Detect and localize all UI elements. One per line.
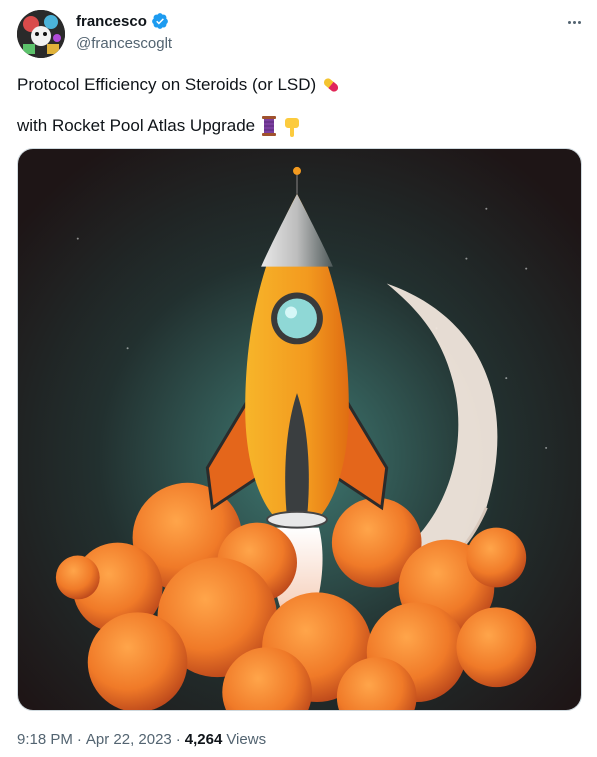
- tweet-media-image[interactable]: [17, 148, 582, 711]
- display-name[interactable]: francesco: [76, 13, 147, 30]
- tweet-text: with Rocket Pool Atlas Upgrade: [17, 116, 256, 135]
- author-handle[interactable]: @francescoglt: [76, 35, 172, 52]
- tweet-date[interactable]: Apr 22, 2023: [86, 731, 172, 748]
- thread-emoji: [259, 115, 279, 137]
- rocket-illustration: [18, 149, 581, 710]
- pill-emoji: [320, 74, 342, 96]
- avatar-image: [17, 10, 65, 58]
- author-name-row: francesco: [76, 12, 169, 30]
- separator: ·: [76, 731, 82, 748]
- tweet-text-line-1: Protocol Efficiency on Steroids (or LSD): [17, 74, 342, 96]
- pointing-down-emoji: [283, 115, 301, 137]
- tweet-text: Protocol Efficiency on Steroids (or LSD): [17, 75, 317, 94]
- tweet-meta: 9:18 PM · Apr 22, 2023 · 4,264 Views: [17, 731, 266, 748]
- tweet-time[interactable]: 9:18 PM: [17, 731, 73, 748]
- tweet-text-line-2: with Rocket Pool Atlas Upgrade: [17, 115, 301, 137]
- avatar[interactable]: [17, 10, 65, 58]
- separator: ·: [175, 731, 181, 748]
- views-count: 4,264: [184, 731, 223, 748]
- verified-badge-icon[interactable]: [151, 12, 169, 30]
- views-label: Views: [226, 731, 267, 748]
- more-horizontal-icon[interactable]: [562, 12, 586, 32]
- tweet-card: francesco @francescoglt Protocol Efficie…: [0, 0, 597, 757]
